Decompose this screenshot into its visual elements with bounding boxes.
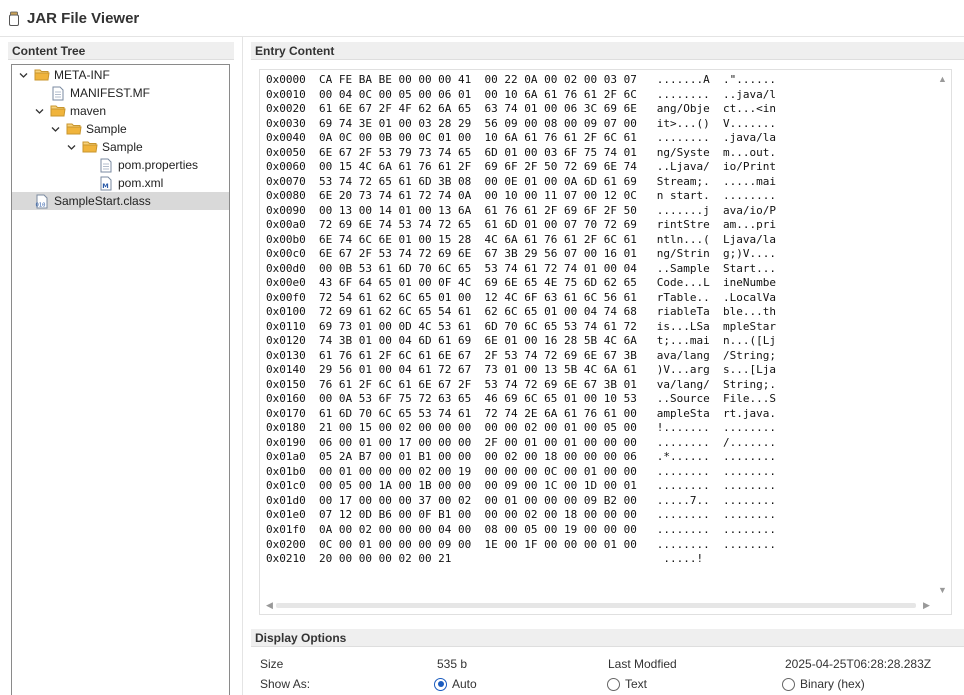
hex-line: 0x0040 0A 0C 00 0B 00 0C 01 00 10 6A 61 …: [266, 131, 776, 145]
tree-item-label: SampleStart.class: [54, 194, 151, 208]
size-label: Size: [260, 657, 284, 671]
svg-text:M: M: [102, 182, 108, 190]
hex-line: 0x0170 61 6D 70 6C 65 53 74 61 72 74 2E …: [266, 406, 776, 420]
hex-line: 0x0130 61 76 61 2F 6C 61 6E 67 2F 53 74 …: [266, 348, 776, 362]
scroll-down-icon[interactable]: ▼: [938, 586, 947, 595]
hex-line: 0x0010 00 04 0C 00 05 00 06 01 00 10 6A …: [266, 87, 776, 101]
hex-line: 0x0020 61 6E 67 2F 4F 62 6A 65 63 74 01 …: [266, 102, 776, 116]
tree-item-label: maven: [70, 104, 107, 118]
file-icon: [98, 157, 114, 173]
display-options-header: Display Options: [251, 629, 964, 647]
tree-item-sample-nested[interactable]: Sample: [66, 138, 143, 156]
hex-line: 0x0140 29 56 01 00 04 61 72 67 73 01 00 …: [266, 363, 776, 377]
hex-line: 0x0080 6E 20 73 74 61 72 74 0A 00 10 00 …: [266, 189, 776, 203]
radio-binary-hex[interactable]: Binary (hex): [782, 677, 865, 691]
radio-binary-hex-label: Binary (hex): [800, 677, 865, 691]
hex-line: 0x0110 69 73 01 00 0D 4C 53 61 6D 70 6C …: [266, 319, 776, 333]
radio-unselected-icon[interactable]: [782, 677, 795, 691]
hex-line: 0x01f0 0A 00 02 00 00 00 04 00 08 00 05 …: [266, 522, 776, 536]
radio-text-label: Text: [625, 677, 648, 691]
radio-selected-icon[interactable]: [434, 677, 447, 691]
folder-icon: [66, 121, 82, 137]
folder-icon: [34, 67, 50, 83]
radio-unselected-icon[interactable]: [607, 677, 620, 691]
hex-line: 0x01e0 07 12 0D B6 00 0F B1 00 00 00 02 …: [266, 508, 776, 522]
jar-icon: [9, 11, 19, 26]
last-modified-value: 2025-04-25T06:28:28.283Z: [785, 657, 932, 671]
hex-line: 0x00f0 72 54 61 62 6C 65 01 00 12 4C 6F …: [266, 290, 776, 304]
radio-auto-label: Auto: [452, 677, 477, 691]
hex-line: 0x0090 00 13 00 14 01 00 13 6A 61 76 61 …: [266, 203, 776, 217]
vertical-scrollbar[interactable]: ▲ ▼: [934, 70, 951, 598]
scroll-right-icon[interactable]: ▶: [923, 601, 930, 610]
xml-file-icon: M: [98, 175, 114, 191]
tree-item-label: Sample: [102, 140, 143, 154]
hex-line: 0x0000 CA FE BA BE 00 00 00 41 00 22 0A …: [266, 73, 776, 86]
hex-line: 0x01c0 00 05 00 1A 00 1B 00 00 00 09 00 …: [266, 479, 776, 493]
show-as-label: Show As:: [260, 677, 311, 691]
horizontal-scroll-thumb[interactable]: [276, 603, 916, 608]
content-tree-header: Content Tree: [8, 42, 234, 60]
size-value: 535 b: [437, 657, 468, 671]
tree-item-maven[interactable]: maven: [34, 102, 106, 120]
svg-text:010: 010: [36, 202, 46, 208]
hex-line: 0x0180 21 00 15 00 02 00 00 00 00 00 02 …: [266, 421, 776, 435]
tree-item-label: MANIFEST.MF: [70, 86, 150, 100]
hex-line: 0x0030 69 74 3E 01 00 03 28 29 56 09 00 …: [266, 116, 776, 130]
entry-content-header: Entry Content: [251, 42, 964, 60]
hex-line: 0x0150 76 61 2F 6C 61 6E 67 2F 53 74 72 …: [266, 377, 776, 391]
tree-item-pom-properties[interactable]: pom.properties: [98, 156, 198, 174]
radio-auto[interactable]: Auto: [434, 677, 477, 691]
chevron-down-icon[interactable]: [18, 70, 28, 80]
tree-item-samplestart-class[interactable]: 010 SampleStart.class: [12, 192, 229, 210]
scroll-up-icon[interactable]: ▲: [938, 75, 947, 84]
tree-item-sample[interactable]: Sample: [50, 120, 127, 138]
scroll-left-icon[interactable]: ◀: [266, 601, 273, 610]
hex-line: 0x0050 6E 67 2F 53 79 73 74 65 6D 01 00 …: [266, 145, 776, 159]
content-tree[interactable]: META-INF MANIFEST.MF maven Sample Sample…: [11, 64, 230, 695]
radio-text[interactable]: Text: [607, 677, 647, 691]
hex-line: 0x0200 0C 00 01 00 00 00 09 00 1E 00 1F …: [266, 537, 776, 551]
tree-item-label: pom.xml: [118, 176, 164, 190]
chevron-down-icon[interactable]: [34, 106, 44, 116]
class-file-icon: 010: [34, 193, 50, 209]
tree-item-label: META-INF: [54, 68, 110, 82]
folder-icon: [82, 139, 98, 155]
last-modified-label: Last Modfied: [608, 657, 677, 671]
hex-line: 0x00a0 72 69 6E 74 53 74 72 65 61 6D 01 …: [266, 218, 776, 232]
chevron-down-icon[interactable]: [50, 124, 60, 134]
window-title: JAR File Viewer: [27, 9, 140, 27]
hex-line: 0x01b0 00 01 00 00 00 02 00 19 00 00 00 …: [266, 464, 776, 478]
tree-item-meta-inf[interactable]: META-INF: [18, 66, 110, 84]
title-bar: JAR File Viewer: [0, 0, 964, 36]
hex-viewer[interactable]: 0x0000 CA FE BA BE 00 00 00 41 00 22 0A …: [259, 69, 952, 615]
hex-line: 0x0070 53 74 72 65 61 6D 3B 08 00 0E 01 …: [266, 174, 776, 188]
hex-line: 0x00b0 6E 74 6C 6E 01 00 15 28 4C 6A 61 …: [266, 232, 776, 246]
panel-splitter[interactable]: [242, 36, 243, 695]
hex-line: 0x00e0 43 6F 64 65 01 00 0F 4C 69 6E 65 …: [266, 276, 776, 290]
hex-line: 0x0190 06 00 01 00 17 00 00 00 2F 00 01 …: [266, 435, 776, 449]
hex-line: 0x01a0 05 2A B7 00 01 B1 00 00 00 02 00 …: [266, 450, 776, 464]
hex-line: 0x0160 00 0A 53 6F 75 72 63 65 46 69 6C …: [266, 392, 776, 406]
hex-line: 0x0210 20 00 00 00 02 00 21 .....!: [266, 552, 704, 566]
folder-icon: [50, 103, 66, 119]
chevron-down-icon[interactable]: [66, 142, 76, 152]
hex-dump: 0x0000 CA FE BA BE 00 00 00 41 00 22 0A …: [266, 73, 776, 567]
hex-line: 0x00c0 6E 67 2F 53 74 72 69 6E 67 3B 29 …: [266, 247, 776, 261]
tree-item-manifest[interactable]: MANIFEST.MF: [50, 84, 150, 102]
hex-line: 0x00d0 00 0B 53 61 6D 70 6C 65 53 74 61 …: [266, 261, 776, 275]
hex-line: 0x01d0 00 17 00 00 00 37 00 02 00 01 00 …: [266, 493, 776, 507]
hex-line: 0x0060 00 15 4C 6A 61 76 61 2F 69 6F 2F …: [266, 160, 776, 174]
tree-item-label: pom.properties: [118, 158, 199, 172]
tree-item-label: Sample: [86, 122, 127, 136]
tree-item-pom-xml[interactable]: M pom.xml: [98, 174, 163, 192]
horizontal-scrollbar[interactable]: ◀ ▶: [260, 597, 951, 614]
hex-line: 0x0120 74 3B 01 00 04 6D 61 69 6E 01 00 …: [266, 334, 776, 348]
file-icon: [50, 85, 66, 101]
hex-line: 0x0100 72 69 61 62 6C 65 54 61 62 6C 65 …: [266, 305, 776, 319]
title-separator: [0, 36, 964, 37]
